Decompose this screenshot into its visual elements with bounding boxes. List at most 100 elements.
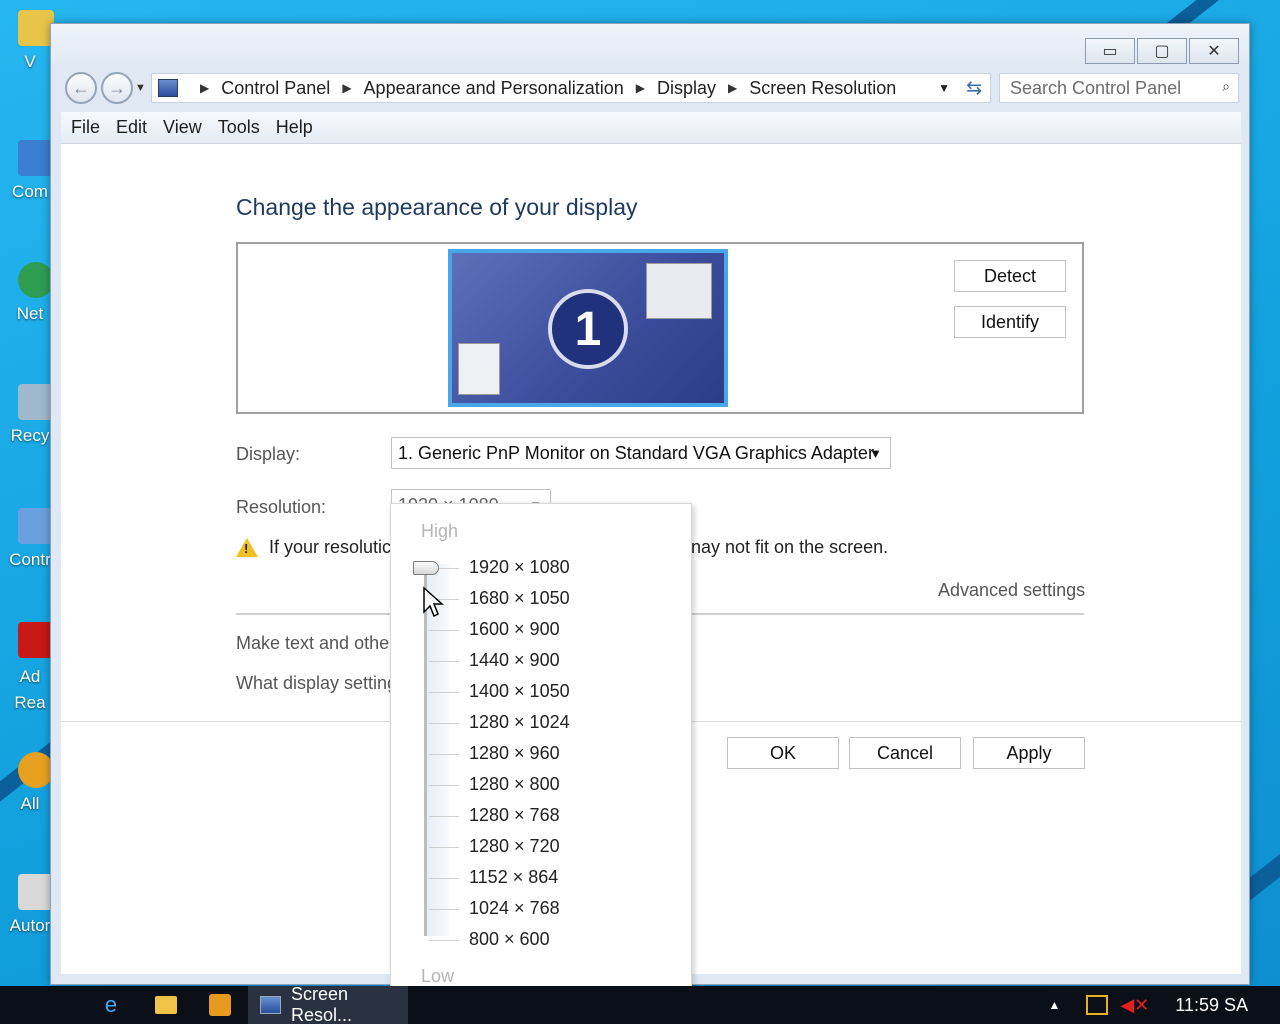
menu-edit[interactable]: Edit xyxy=(116,117,147,138)
breadcrumb-separator-icon[interactable]: ▶ xyxy=(728,81,737,95)
display-select-value: 1. Generic PnP Monitor on Standard VGA G… xyxy=(398,442,874,463)
resolution-option[interactable]: 1600 × 900 xyxy=(469,619,560,640)
forward-button[interactable]: → xyxy=(101,72,133,104)
resolution-slider-track[interactable] xyxy=(424,564,427,936)
resolution-option[interactable]: 1280 × 720 xyxy=(469,836,560,857)
slider-tick xyxy=(429,940,459,941)
resolution-label: Resolution: xyxy=(236,497,327,517)
resolution-option[interactable]: 1680 × 1050 xyxy=(469,588,570,609)
close-icon: ✕ xyxy=(1207,43,1221,60)
breadcrumb-control-panel[interactable]: Control Panel xyxy=(221,78,330,99)
file-explorer-icon[interactable] xyxy=(151,992,181,1018)
slider-tick xyxy=(429,692,459,693)
cancel-button[interactable]: Cancel xyxy=(849,737,961,769)
search-placeholder: Search Control Panel xyxy=(1010,78,1182,98)
resolution-option[interactable]: 1152 × 864 xyxy=(469,867,558,888)
slider-tick xyxy=(429,878,459,879)
slider-high-label: High xyxy=(421,521,459,541)
control-panel-icon xyxy=(18,508,54,544)
display-label: Display: xyxy=(236,444,301,464)
desktop-icon-label: All xyxy=(20,794,40,813)
resolution-slider-thumb[interactable] xyxy=(413,561,439,575)
recent-pages-dropdown[interactable]: ▼ xyxy=(135,82,146,94)
page-title: Change the appearance of your display xyxy=(236,194,638,220)
desktop-icon-label: V xyxy=(24,52,36,71)
network-icon xyxy=(18,262,54,298)
monitor-1[interactable]: 1 xyxy=(448,249,728,407)
detect-button[interactable]: Detect xyxy=(954,260,1066,292)
breadcrumb-display[interactable]: Display xyxy=(657,78,716,99)
resolution-option[interactable]: 800 × 600 xyxy=(469,929,550,950)
adobe-reader-icon xyxy=(18,622,54,658)
menu-help[interactable]: Help xyxy=(276,117,313,138)
resolution-option[interactable]: 1920 × 1080 xyxy=(469,557,570,578)
navigation-row: ← → ▼ ▶ Control Panel ▶ Appearance and P… xyxy=(61,72,1239,106)
advanced-settings-link[interactable]: Advanced settings xyxy=(938,580,1085,601)
folder-icon xyxy=(18,10,54,46)
volume-muted-icon[interactable]: ◀✕ xyxy=(1120,995,1149,1016)
resolution-dropdown: High 1920 × 1080 1680 × 1050 1600 × 900 144… xyxy=(390,503,692,1003)
system-tray: ▲ ◀✕ 11:59 SA xyxy=(1048,986,1280,1024)
slider-tick xyxy=(429,630,459,631)
refresh-icon[interactable]: ⇆ xyxy=(966,77,982,100)
resolution-option[interactable]: 1280 × 800 xyxy=(469,774,560,795)
title-bar[interactable]: ▭ ▢ ✕ xyxy=(51,24,1249,70)
menu-view[interactable]: View xyxy=(163,117,202,138)
slider-track-fill xyxy=(427,564,449,936)
display-select[interactable]: 1. Generic PnP Monitor on Standard VGA G… xyxy=(391,437,891,469)
search-input[interactable]: Search Control Panel ⌕ xyxy=(999,73,1239,103)
monitor-preview-area: 1 Detect Identify xyxy=(236,242,1084,414)
breadcrumb-appearance[interactable]: Appearance and Personalization xyxy=(364,78,624,99)
action-center-icon[interactable] xyxy=(1086,995,1109,1015)
slider-tick xyxy=(429,847,459,848)
resolution-option[interactable]: 1440 × 900 xyxy=(469,650,560,671)
chevron-down-icon: ▼ xyxy=(869,446,882,461)
back-arrow-icon: ← xyxy=(72,77,90,98)
breadcrumb-separator-icon[interactable]: ▶ xyxy=(200,81,209,95)
back-button[interactable]: ← xyxy=(65,72,97,104)
identify-button[interactable]: Identify xyxy=(954,306,1066,338)
resolution-option[interactable]: 1280 × 768 xyxy=(469,805,560,826)
window-thumbnail-icon xyxy=(646,263,712,319)
breadcrumb-separator-icon[interactable]: ▶ xyxy=(342,81,351,95)
resolution-option[interactable]: 1280 × 960 xyxy=(469,743,560,764)
apply-button[interactable]: Apply xyxy=(973,737,1085,769)
warning-text-right: nay not fit on the screen. xyxy=(691,537,889,557)
display-settings-help-link[interactable]: What display setting xyxy=(236,673,397,694)
desktop-icon-label: Com xyxy=(12,182,48,201)
slider-tick xyxy=(429,785,459,786)
menu-tools[interactable]: Tools xyxy=(218,117,260,138)
show-hidden-icons-icon[interactable]: ▲ xyxy=(1048,998,1060,1012)
maximize-icon: ▢ xyxy=(1154,43,1170,60)
minimize-icon: ▭ xyxy=(1102,43,1118,60)
monitor-number-badge: 1 xyxy=(548,289,628,369)
resolution-option[interactable]: 1024 × 768 xyxy=(469,898,560,919)
desktop-icon-label: Contr xyxy=(9,550,51,569)
make-text-larger-link[interactable]: Make text and othei xyxy=(236,633,393,654)
breadcrumb-separator-icon[interactable]: ▶ xyxy=(636,81,645,95)
address-history-dropdown[interactable]: ▼ xyxy=(938,81,950,95)
slider-tick xyxy=(429,661,459,662)
slider-tick xyxy=(429,754,459,755)
minimize-button[interactable]: ▭ xyxy=(1085,38,1135,64)
maximize-button[interactable]: ▢ xyxy=(1137,38,1187,64)
caption-buttons: ▭ ▢ ✕ xyxy=(1083,38,1239,64)
slider-tick xyxy=(429,816,459,817)
play-icon xyxy=(209,994,231,1016)
clock[interactable]: 11:59 SA xyxy=(1175,995,1248,1016)
address-bar[interactable]: ▶ Control Panel ▶ Appearance and Persona… xyxy=(151,73,991,103)
desktop-icon-label: Autor xyxy=(9,916,51,935)
internet-explorer-icon[interactable]: e xyxy=(96,992,126,1018)
slider-tick xyxy=(429,723,459,724)
search-icon[interactable]: ⌕ xyxy=(1222,78,1230,95)
menu-file[interactable]: File xyxy=(71,117,100,138)
breadcrumb-screen-resolution[interactable]: Screen Resolution xyxy=(749,78,896,99)
resolution-option[interactable]: 1280 × 1024 xyxy=(469,712,570,733)
ok-button[interactable]: OK xyxy=(727,737,839,769)
taskbar-app-screen-resolution[interactable]: Screen Resol... xyxy=(248,984,408,1024)
media-player-icon[interactable] xyxy=(205,992,235,1018)
close-button[interactable]: ✕ xyxy=(1189,38,1239,64)
menu-bar: File Edit View Tools Help xyxy=(61,112,1241,144)
resolution-option[interactable]: 1400 × 1050 xyxy=(469,681,570,702)
warning-exclamation-icon: ! xyxy=(244,541,249,556)
